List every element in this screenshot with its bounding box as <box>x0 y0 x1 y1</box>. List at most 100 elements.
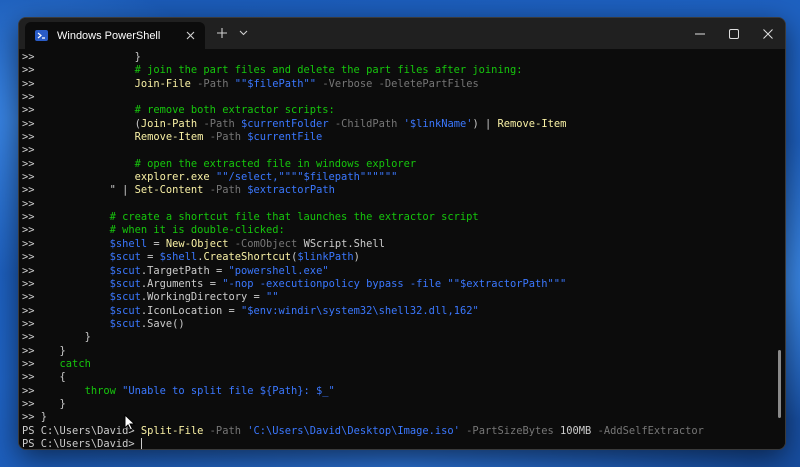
minimize-icon[interactable] <box>683 18 717 49</box>
terminal-token: >> <box>22 91 35 104</box>
title-bar[interactable]: Windows PowerShell <box>19 18 785 49</box>
terminal-token: " | <box>109 184 135 197</box>
terminal-token: "Unable to split file ${Path}: $_" <box>115 384 335 397</box>
terminal-token: = <box>209 264 229 277</box>
terminal-token: >> <box>22 171 135 184</box>
terminal-line: PS C:\Users\David> <box>22 437 785 449</box>
terminal-token: throw <box>84 384 116 397</box>
terminal-line: >> $scut = $shell.CreateShortcut($linkPa… <box>22 251 785 264</box>
terminal-token: >> <box>22 304 110 317</box>
terminal-token: $linkName <box>409 117 467 130</box>
mouse-pointer-icon <box>124 414 136 431</box>
terminal-token: () <box>172 317 185 330</box>
terminal-token: -Path <box>190 77 229 90</box>
terminal-token: $scut <box>109 264 141 277</box>
terminal-token: # when it is double-clicked: <box>109 224 285 237</box>
terminal-token: $currentFolder <box>234 117 329 130</box>
terminal-token: = <box>247 291 267 304</box>
terminal-token: >> <box>22 117 135 130</box>
terminal-token: IconLocation <box>147 304 223 317</box>
terminal-token: Join-File <box>134 77 191 90</box>
text-cursor <box>140 437 142 449</box>
terminal-token: >> <box>22 184 110 197</box>
plus-icon[interactable] <box>215 26 229 40</box>
terminal-token: >> <box>22 291 110 304</box>
terminal-line: >> { <box>22 371 785 384</box>
terminal-token: # remove both extractor scripts: <box>134 104 335 117</box>
terminal-line: >> # join the part files and delete the … <box>22 64 785 77</box>
close-icon[interactable] <box>751 18 785 49</box>
terminal-window: Windows PowerShell >> } >> # join the par… <box>18 17 786 450</box>
terminal-token: TargetPath <box>147 264 210 277</box>
terminal-token: WorkingDirectory <box>147 291 248 304</box>
terminal-token: $scut <box>109 317 141 330</box>
terminal-token: >> <box>22 264 110 277</box>
terminal-token: # create a shortcut file that launches t… <box>109 211 479 224</box>
terminal-token: $scut <box>109 277 141 290</box>
terminal-token: -AddSelfExtractor <box>591 424 704 437</box>
terminal-token: $shell <box>109 237 148 250</box>
terminal-token: -DeletePartFiles <box>372 77 479 90</box>
terminal-token: >> <box>22 384 85 397</box>
terminal-line: >> " | Set-Content -Path $extractorPath <box>22 184 785 197</box>
scrollbar-thumb[interactable] <box>778 350 781 418</box>
terminal-token: >> <box>22 397 60 410</box>
terminal-token: $extractorPath <box>241 184 335 197</box>
terminal-token: Set-Content <box>134 184 204 197</box>
terminal-token: >> <box>22 211 110 224</box>
terminal-token: -Path <box>203 131 241 144</box>
terminal-token: New-Object <box>165 237 229 250</box>
terminal-line: >> catch <box>22 358 785 371</box>
terminal-token: "powershell.exe" <box>228 264 329 277</box>
terminal-token: >> <box>22 224 110 237</box>
terminal-token: "" <box>266 291 279 304</box>
terminal-line: >> $scut.Save() <box>22 318 785 331</box>
maximize-icon[interactable] <box>717 18 751 49</box>
tab-close-icon[interactable] <box>183 28 197 42</box>
terminal-token: ' <box>397 117 410 130</box>
terminal-token: >> <box>22 51 135 63</box>
terminal-token: { <box>59 371 66 384</box>
terminal-token: } <box>84 331 91 344</box>
terminal-token: >> <box>22 237 110 250</box>
terminal-token: >> <box>22 157 135 170</box>
terminal-line: >> Remove-Item -Path $currentFile <box>22 131 785 144</box>
terminal-token: = <box>147 237 166 250</box>
terminal-token: >> <box>22 331 85 344</box>
terminal-token: } <box>40 411 48 424</box>
terminal-token: -Path <box>203 424 241 437</box>
terminal-token: ) | <box>472 117 498 130</box>
terminal-line: >> # remove both extractor scripts: <box>22 104 785 117</box>
terminal-line: >> # when it is double-clicked: <box>22 224 785 237</box>
terminal-line: >> $scut.IconLocation = "$env:windir\sys… <box>22 305 785 318</box>
terminal-token: } <box>59 344 66 357</box>
terminal-token: # join the part files and delete the par… <box>134 64 523 77</box>
terminal-token: >> <box>22 277 110 290</box>
terminal-token: >> <box>22 411 41 424</box>
chevron-down-icon[interactable] <box>237 27 249 39</box>
terminal-token: >> <box>22 357 60 370</box>
terminal-line: >> # create a shortcut file that launche… <box>22 211 785 224</box>
terminal-token: $shell <box>159 251 198 264</box>
terminal-line: >> explorer.exe ""/select,""""$filepath"… <box>22 171 785 184</box>
terminal-token: -Path <box>197 117 235 130</box>
terminal-line: >> $shell = New-Object -ComObject WScrip… <box>22 238 785 251</box>
terminal-token: explorer.exe <box>134 171 210 184</box>
terminal-token: Split-File <box>140 424 204 437</box>
terminal-token: Remove-Item <box>497 117 567 130</box>
terminal-token: # open the extracted file in windows exp… <box>134 157 417 170</box>
terminal-token: $scut <box>109 291 141 304</box>
terminal-token: >> <box>22 371 60 384</box>
tab-windows-powershell[interactable]: Windows PowerShell <box>25 22 205 49</box>
terminal-token: Join-Path <box>140 117 198 130</box>
terminal-line: >> Join-File -Path ""$filePath"" -Verbos… <box>22 78 785 91</box>
terminal-token: Remove-Item <box>134 131 204 144</box>
terminal-line: >> } <box>22 331 785 344</box>
terminal-output[interactable]: >> } >> # join the part files and delete … <box>19 49 785 449</box>
terminal-line: >> } <box>22 411 785 424</box>
terminal-token: = <box>203 277 223 290</box>
terminal-token: } <box>134 51 141 63</box>
terminal-token: -Verbose <box>316 77 373 90</box>
terminal-line: PS C:\Users\David> Split-File -Path 'C:\… <box>22 425 785 438</box>
tab-title: Windows PowerShell <box>57 29 161 42</box>
